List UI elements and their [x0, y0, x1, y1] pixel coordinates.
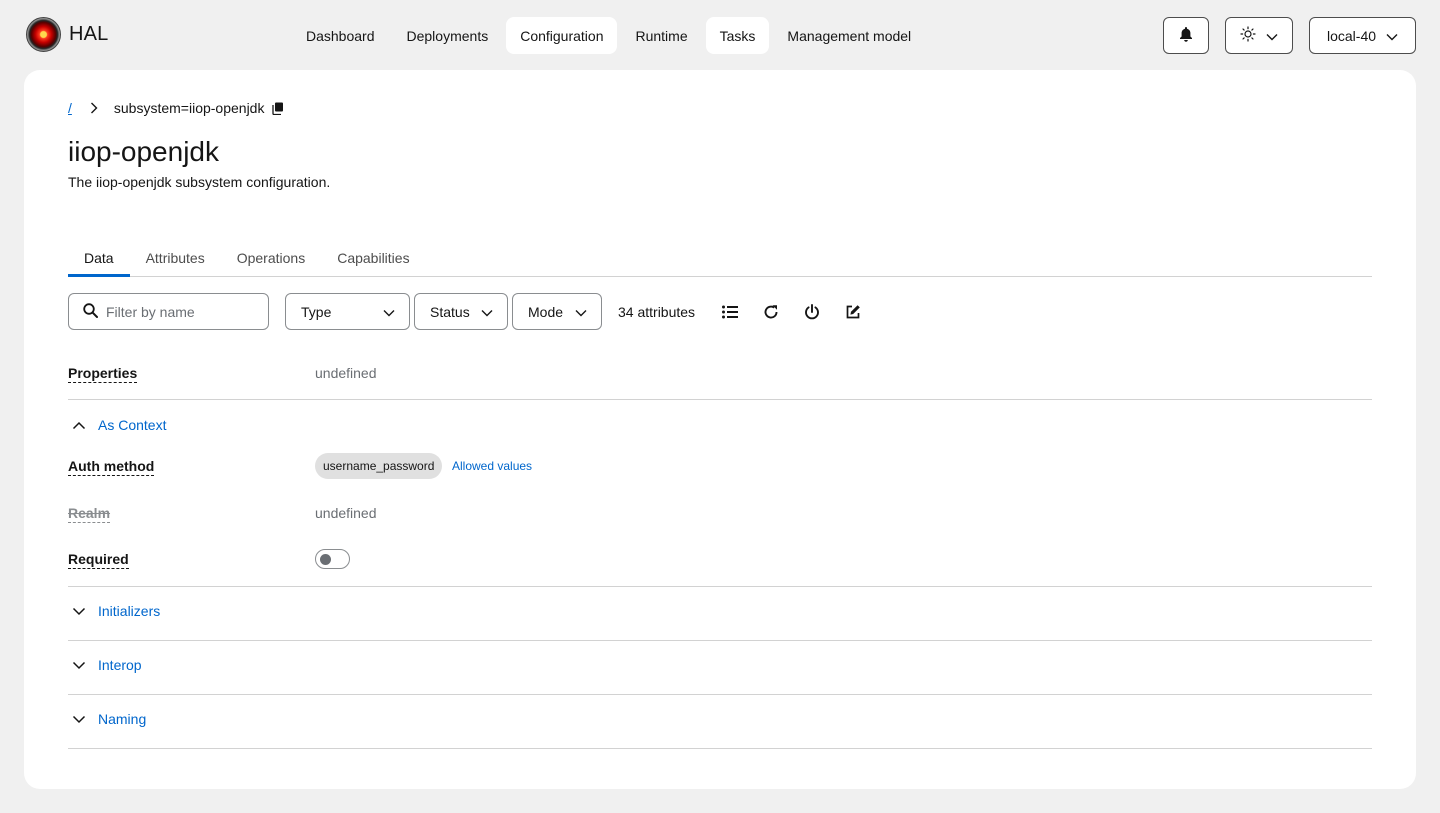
chevron-down-icon: [481, 304, 493, 320]
bell-icon: [1179, 26, 1193, 45]
attribute-value: undefined: [315, 505, 377, 521]
filter-input[interactable]: [106, 303, 256, 320]
chevron-down-icon: [575, 304, 587, 320]
breadcrumb: / subsystem=iiop-openjdk: [68, 100, 284, 116]
required-toggle[interactable]: [315, 549, 350, 569]
copy-icon[interactable]: [272, 102, 284, 115]
nav-configuration[interactable]: Configuration: [506, 17, 618, 54]
hal-logo: [26, 17, 61, 52]
type-filter-label: Type: [301, 303, 332, 320]
nav-runtime[interactable]: Runtime: [621, 17, 701, 54]
divider: [68, 694, 1372, 695]
breadcrumb-root[interactable]: /: [68, 100, 72, 116]
nav-dashboard[interactable]: Dashboard: [292, 17, 389, 54]
page-description: The iiop-openjdk subsystem configuration…: [68, 174, 331, 190]
divider: [68, 748, 1372, 749]
edit-icon[interactable]: [832, 293, 873, 330]
status-filter[interactable]: Status: [414, 293, 508, 330]
chevron-down-icon: [68, 661, 90, 670]
list-icon[interactable]: [709, 293, 750, 330]
main-nav: Dashboard Deployments Configuration Runt…: [292, 17, 925, 54]
section-title: Initializers: [98, 603, 161, 619]
toolbar: Type Status Mode 34 attributes: [68, 293, 873, 330]
theme-toggle[interactable]: [1225, 17, 1293, 54]
nav-management-model[interactable]: Management model: [773, 17, 925, 54]
tab-data[interactable]: Data: [68, 240, 130, 277]
page-title: iiop-openjdk: [68, 136, 219, 167]
section-title: As Context: [98, 417, 167, 433]
server-label: local-40: [1326, 27, 1377, 44]
nav-deployments[interactable]: Deployments: [393, 17, 503, 54]
search-box: [68, 293, 269, 330]
attribute-label[interactable]: Properties: [68, 364, 138, 383]
section-interop[interactable]: Interop: [68, 657, 142, 673]
section-naming[interactable]: Naming: [68, 711, 146, 727]
divider: [68, 586, 1372, 587]
section-title: Naming: [98, 711, 147, 727]
value-chip: username_password: [315, 453, 443, 479]
section-title: Interop: [98, 657, 142, 673]
chevron-right-icon: [90, 102, 98, 114]
tab-attributes[interactable]: Attributes: [130, 240, 221, 276]
chevron-down-icon: [68, 607, 90, 616]
tab-operations[interactable]: Operations: [221, 240, 321, 276]
chevron-down-icon: [1266, 28, 1278, 44]
nav-tasks[interactable]: Tasks: [705, 17, 770, 54]
power-icon[interactable]: [791, 293, 832, 330]
server-selector[interactable]: local-40: [1309, 17, 1416, 54]
chevron-up-icon: [68, 421, 90, 430]
chevron-down-icon: [1386, 28, 1398, 44]
search-icon: [83, 302, 98, 321]
attribute-label[interactable]: Realm: [68, 504, 111, 523]
status-filter-label: Status: [430, 303, 470, 320]
chevron-down-icon: [68, 715, 90, 724]
toolbar-actions: [709, 293, 873, 330]
brand-name: HAL: [69, 23, 109, 45]
notifications-button[interactable]: [1163, 17, 1209, 54]
refresh-icon[interactable]: [750, 293, 791, 330]
section-initializers[interactable]: Initializers: [68, 603, 160, 619]
divider: [68, 640, 1372, 641]
type-filter[interactable]: Type: [285, 293, 410, 330]
breadcrumb-current: subsystem=iiop-openjdk: [113, 100, 265, 116]
mode-filter-label: Mode: [528, 303, 564, 320]
tab-capabilities[interactable]: Capabilities: [321, 240, 425, 276]
masthead: HAL Dashboard Deployments Configuration …: [0, 0, 1440, 70]
attribute-count: 34 attributes: [618, 303, 696, 320]
divider: [68, 399, 1372, 400]
sun-icon: [1240, 26, 1256, 45]
chevron-down-icon: [383, 304, 395, 320]
attribute-label[interactable]: Auth method: [68, 457, 155, 476]
main-card: / subsystem=iiop-openjdk iiop-openjdk Th…: [24, 70, 1416, 789]
attribute-value: undefined: [315, 365, 377, 381]
attribute-label[interactable]: Required: [68, 550, 129, 569]
mode-filter[interactable]: Mode: [512, 293, 602, 330]
section-as-context[interactable]: As Context: [68, 417, 166, 433]
brand[interactable]: HAL: [26, 17, 109, 52]
tabs: Data Attributes Operations Capabilities: [68, 240, 1372, 277]
allowed-values-link[interactable]: Allowed values: [452, 459, 532, 473]
